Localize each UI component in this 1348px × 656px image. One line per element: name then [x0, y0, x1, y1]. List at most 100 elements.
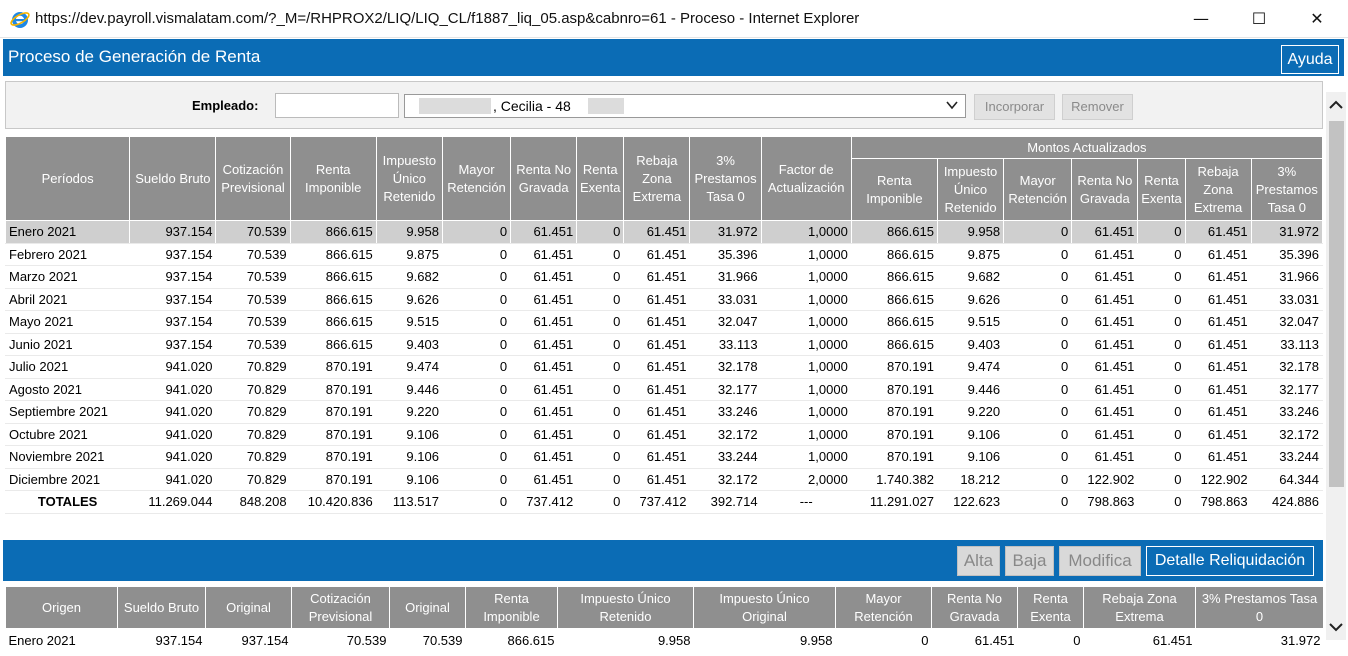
table-cell: 0 — [441, 355, 512, 379]
detail-cell: 70.539 — [346, 633, 387, 649]
table-cell: 9.220 — [375, 400, 443, 424]
table-cell: 1,0000 — [760, 400, 852, 424]
detail-cell: 937.154 — [241, 633, 289, 649]
scroll-down-arrow-icon[interactable] — [1328, 619, 1344, 635]
table-cell: 70.829 — [215, 422, 291, 446]
table-cell: 9.220 — [936, 400, 1005, 424]
table-cell: 61.451 — [510, 377, 578, 401]
table-cell: 2,0000 — [760, 467, 852, 491]
table-cell: 70.539 — [215, 265, 291, 289]
table-cell: 0 — [1137, 400, 1186, 424]
detail-cell: 866.615 — [507, 633, 555, 649]
table-cell: 937.154 — [129, 332, 217, 356]
table-cell: 9.875 — [375, 242, 443, 266]
internet-explorer-icon — [10, 12, 30, 28]
table-cell: 64.344 — [1250, 467, 1323, 491]
table-cell: 9.106 — [375, 422, 443, 446]
detalle-reliquidacion-button[interactable]: Detalle Reliquidación — [1146, 546, 1314, 576]
table-cell: 0 — [1137, 220, 1186, 244]
incorporar-button[interactable]: Incorporar — [974, 94, 1055, 120]
table-cell: 70.539 — [215, 310, 291, 334]
table-row[interactable]: Agosto 2021 941.020 70.829 870.191 9.446 0 61.… — [5, 377, 1323, 401]
table-cell: 937.154 — [129, 220, 217, 244]
detail-col-header: Original — [205, 586, 292, 629]
table-cell: 0 — [1003, 242, 1073, 266]
table-cell: 61.451 — [623, 422, 691, 446]
close-button[interactable]: ✕ — [1288, 0, 1346, 38]
table-cell: 61.451 — [623, 377, 691, 401]
table-cell: 9.446 — [936, 377, 1005, 401]
table-cell: 9.515 — [375, 310, 443, 334]
table-cell: 937.154 — [129, 242, 217, 266]
maximize-button[interactable]: ☐ — [1230, 0, 1288, 38]
table-cell: 31.972 — [689, 220, 762, 244]
baja-button[interactable]: Baja — [1005, 546, 1054, 576]
table-cell: 866.615 — [289, 310, 377, 334]
table-row[interactable]: Noviembre 2021 941.020 70.829 870.191 9.106 0… — [5, 445, 1323, 469]
table-cell: 61.451 — [1184, 377, 1252, 401]
table-row[interactable]: Junio 2021 937.154 70.539 866.615 9.403 0 61.4… — [5, 332, 1323, 356]
table-row[interactable]: Febrero 2021 937.154 70.539 866.615 9.875 0 61… — [5, 242, 1323, 266]
table-cell: 61.451 — [510, 400, 578, 424]
col-cotizacion: Cotización Previsional — [215, 136, 291, 221]
table-cell: 0 — [441, 220, 512, 244]
table-cell: 1,0000 — [760, 377, 852, 401]
detail-table-container: Origen Sueldo Bruto Original Cotización Pre… — [5, 586, 1323, 656]
totals-cell: 0 — [1137, 490, 1186, 514]
table-cell: 1.740.382 — [850, 467, 938, 491]
col-u-renta-imponible: Renta Imponible — [850, 158, 938, 221]
table-cell: 1,0000 — [760, 287, 852, 311]
table-row[interactable]: Mayo 2021 937.154 70.539 866.615 9.515 0 61.45… — [5, 310, 1323, 334]
table-cell: 0 — [441, 265, 512, 289]
employee-label: Empleado: — [192, 98, 259, 113]
table-cell: 0 — [441, 377, 512, 401]
window-titlebar: https://dev.payroll.vismalatam.com/?_M=/… — [0, 0, 1348, 38]
table-cell: 33.031 — [689, 287, 762, 311]
col-periodos: Períodos — [5, 136, 131, 221]
page-title: Proceso de Generación de Renta — [8, 47, 261, 66]
row-period: Diciembre 2021 — [5, 467, 131, 491]
modifica-button[interactable]: Modifica — [1059, 546, 1141, 576]
table-row[interactable]: Septiembre 2021 941.020 70.829 870.191 9.220… — [5, 400, 1323, 424]
row-period: Septiembre 2021 — [5, 400, 131, 424]
totals-cell: --- — [760, 490, 852, 514]
chevron-down-icon — [946, 101, 958, 110]
table-row[interactable]: Diciembre 2021 941.020 70.829 870.191 9.106 0… — [5, 467, 1323, 491]
table-cell: 0 — [576, 287, 625, 311]
table-cell: 866.615 — [289, 220, 377, 244]
employee-input[interactable] — [275, 93, 399, 118]
table-cell: 870.191 — [289, 467, 377, 491]
table-cell: 0 — [1137, 332, 1186, 356]
col-rebaja-zona: Rebaja Zona Extrema — [623, 136, 691, 221]
table-cell: 61.451 — [1071, 265, 1139, 289]
alta-button[interactable]: Alta — [957, 546, 1000, 576]
row-period: Noviembre 2021 — [5, 445, 131, 469]
table-row[interactable]: Enero 2021 937.154 70.539 866.615 9.958 0 61.4… — [5, 220, 1323, 244]
table-row[interactable]: Octubre 2021 941.020 70.829 870.191 9.106 0 61… — [5, 422, 1323, 446]
redacted-block — [588, 98, 624, 114]
detail-cell: 0 — [1073, 633, 1081, 649]
detail-cell: 31.972 — [1280, 633, 1321, 649]
minimize-button[interactable]: — — [1172, 0, 1230, 38]
table-cell: 61.451 — [1071, 422, 1139, 446]
table-cell: 61.451 — [1071, 377, 1139, 401]
table-cell: 61.451 — [1184, 265, 1252, 289]
totals-cell: 11.291.027 — [850, 490, 938, 514]
row-period: Mayo 2021 — [5, 310, 131, 334]
help-button[interactable]: Ayuda — [1281, 45, 1339, 74]
detail-row[interactable]: Enero 2021 937.154 937.154 70.539 70.539 866.… — [6, 629, 1324, 653]
employee-select[interactable]: , Cecilia - 48 -4 — [404, 94, 966, 118]
table-cell: 0 — [441, 467, 512, 491]
table-row[interactable]: Abril 2021 937.154 70.539 866.615 9.626 0 61.4… — [5, 287, 1323, 311]
table-row[interactable]: Marzo 2021 937.154 70.539 866.615 9.682 0 61.4… — [5, 265, 1323, 289]
remover-button[interactable]: Remover — [1062, 94, 1133, 120]
scrollbar-thumb[interactable] — [1329, 121, 1344, 487]
scroll-up-arrow-icon[interactable] — [1328, 97, 1344, 113]
table-cell: 866.615 — [850, 242, 938, 266]
detail-cell: 937.154 — [155, 633, 203, 649]
detail-col-header: Renta No Gravada — [931, 586, 1018, 629]
table-row[interactable]: Julio 2021 941.020 70.829 870.191 9.474 0 61.4… — [5, 355, 1323, 379]
table-cell: 32.177 — [689, 377, 762, 401]
table-cell: 70.539 — [215, 332, 291, 356]
table-cell: 870.191 — [289, 355, 377, 379]
